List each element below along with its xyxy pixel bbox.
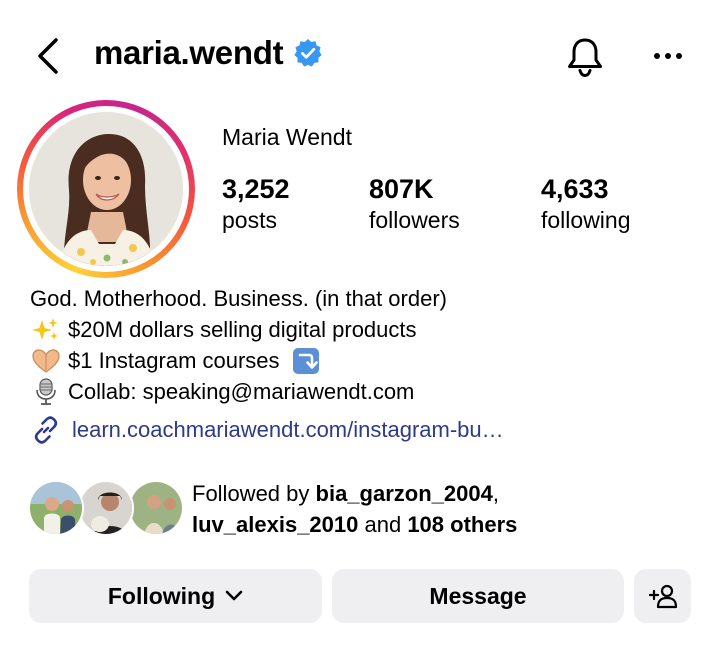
sparkles-emoji-icon [30,317,62,343]
profile-header: maria.wendt [0,0,720,112]
following-button-label: Following [107,582,216,609]
message-button-label: Message [429,582,527,609]
mutual-avatar-1 [28,480,84,536]
link-icon [34,416,58,444]
bio-link-text[interactable]: learn.coachmariawendt.com/instagram-bu… [72,417,504,443]
profile-full-name: Maria Wendt [222,124,352,150]
profile-bio: God. Motherhood. Business. (in that orde… [30,283,447,407]
notifications-button[interactable] [562,34,608,80]
mutual-avatar-2 [78,480,134,536]
suggested-people-button[interactable] [634,569,691,623]
stat-following[interactable]: 4,633 following [541,172,631,234]
handle-group: maria.wendt [94,34,323,72]
arrow-curving-down-emoji-icon [290,347,322,374]
followers-count: 807K [369,174,434,204]
bio-line-3: $1 Instagram courses [30,345,447,376]
more-horizontal-icon [654,53,682,59]
chevron-left-icon [38,38,58,74]
followed-by-row[interactable]: Followed by bia_garzon_2004, luv_alexis_… [28,476,708,540]
mutual-others[interactable]: 108 others [407,512,517,537]
mutual-user-1[interactable]: bia_garzon_2004 [316,481,493,506]
message-button[interactable]: Message [332,569,624,623]
mutual-user-2[interactable]: luv_alexis_2010 [192,512,358,537]
avatar-photo [29,112,183,266]
posts-label: posts [222,207,277,233]
add-person-icon [648,584,677,609]
posts-count: 3,252 [222,174,290,204]
bio-line-1: God. Motherhood. Business. (in that orde… [30,286,447,311]
bio-link[interactable]: learn.coachmariawendt.com/instagram-bu… [30,414,504,446]
chevron-down-icon [225,590,243,601]
stat-posts[interactable]: 3,252 posts [222,172,290,234]
following-count: 4,633 [541,174,609,204]
more-options-button[interactable] [648,38,688,74]
followers-label: followers [369,207,460,233]
back-button[interactable] [30,36,70,76]
following-button[interactable]: Following [29,569,322,623]
bio-line-2: $20M dollars selling digital products [30,314,447,345]
profile-handle: maria.wendt [94,34,284,71]
verified-badge-icon [294,39,322,67]
followed-by-text: Followed by bia_garzon_2004, luv_alexis_… [192,481,518,537]
following-label: following [541,207,631,233]
studio-microphone-emoji-icon [30,377,62,405]
profile-avatar [29,112,183,266]
mutual-avatar-3 [128,480,184,536]
story-ring[interactable] [17,100,195,278]
stat-followers[interactable]: 807K followers [369,172,460,234]
bell-icon [568,38,602,78]
heart-hands-emoji-icon [30,348,62,374]
bio-line-4: Collab: speaking@mariawendt.com [30,376,447,407]
